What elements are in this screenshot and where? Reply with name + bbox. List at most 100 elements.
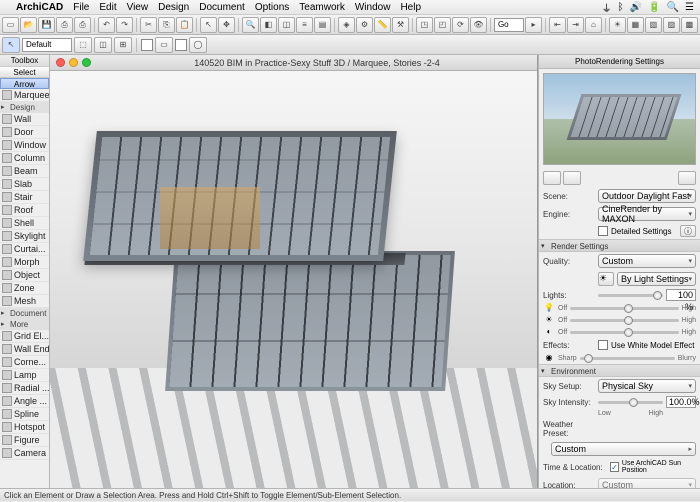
tb-print[interactable]: ⎙ xyxy=(56,17,73,33)
tb-persp[interactable]: ◰ xyxy=(434,17,451,33)
tb-save[interactable]: 💾 xyxy=(38,17,55,33)
window-minimize[interactable] xyxy=(69,58,78,67)
tb-nav2[interactable]: ⇥ xyxy=(567,17,584,33)
group-document[interactable]: Document xyxy=(0,308,49,319)
notification-icon[interactable]: ☰ xyxy=(685,2,694,13)
tb-measure[interactable]: 📏 xyxy=(374,17,391,33)
group-design[interactable]: Design xyxy=(0,102,49,113)
tool-radial[interactable]: Radial ... xyxy=(0,382,49,395)
tool-grid[interactable]: Grid El... xyxy=(0,330,49,343)
tool-object[interactable]: Object xyxy=(0,269,49,282)
preview-zoom-icon[interactable] xyxy=(543,171,561,185)
lamp-slider[interactable] xyxy=(570,307,678,310)
tb-pal1[interactable]: ▦ xyxy=(627,17,644,33)
ib-sel2[interactable]: ◯ xyxy=(189,37,207,53)
viewport-canvas[interactable] xyxy=(50,71,537,488)
menu-edit[interactable]: Edit xyxy=(99,2,116,13)
dof-slider[interactable] xyxy=(580,357,675,360)
sky-setup-select[interactable]: Physical Sky▾ xyxy=(598,379,696,393)
tb-pal2[interactable]: ▧ xyxy=(645,17,662,33)
ib-check1[interactable] xyxy=(141,39,153,51)
toolbox-select[interactable]: Select xyxy=(0,67,49,78)
tool-camera[interactable]: Camera xyxy=(0,447,49,460)
tb-mvo[interactable]: ⚙ xyxy=(356,17,373,33)
preview-refresh-icon[interactable] xyxy=(563,171,581,185)
tb-render[interactable]: ☀ xyxy=(609,17,626,33)
tb-open[interactable]: 📂 xyxy=(20,17,37,33)
menu-teamwork[interactable]: Teamwork xyxy=(299,2,345,13)
tb-3d[interactable]: ◫ xyxy=(278,17,295,33)
menu-window[interactable]: Window xyxy=(355,2,391,13)
ambient-slider[interactable] xyxy=(570,331,678,334)
window-close[interactable] xyxy=(56,58,65,67)
use-sun-checkbox[interactable]: ✓ xyxy=(610,462,619,472)
window-zoom[interactable] xyxy=(82,58,91,67)
tool-door[interactable]: Door xyxy=(0,126,49,139)
ib-arrow[interactable]: ↖ xyxy=(2,37,20,53)
tb-show3d[interactable]: ◳ xyxy=(416,17,433,33)
tool-arrow[interactable]: Arrow xyxy=(0,78,49,89)
ib-check2[interactable] xyxy=(175,39,187,51)
menu-options[interactable]: Options xyxy=(255,2,289,13)
tb-redo[interactable]: ↷ xyxy=(116,17,133,33)
preview-render-icon[interactable] xyxy=(678,171,696,185)
ib-mode3[interactable]: ⊞ xyxy=(114,37,132,53)
info-icon[interactable]: ⓘ xyxy=(680,225,696,237)
menu-document[interactable]: Document xyxy=(199,2,245,13)
menu-file[interactable]: File xyxy=(73,2,89,13)
tb-layer[interactable]: ◈ xyxy=(338,17,355,33)
wifi-icon[interactable]: ⏚ xyxy=(602,0,612,15)
group-more[interactable]: More xyxy=(0,319,49,330)
sky-intensity-value[interactable]: 100.0% xyxy=(666,396,696,408)
ib-default[interactable]: Default xyxy=(22,38,72,52)
lights-slider[interactable] xyxy=(598,294,663,297)
ib-mode1[interactable]: ⬚ xyxy=(74,37,92,53)
tool-zone[interactable]: Zone xyxy=(0,282,49,295)
tool-stair[interactable]: Stair xyxy=(0,191,49,204)
weather-select[interactable]: Custom▸ xyxy=(551,442,696,456)
tb-explore[interactable]: 👁 xyxy=(470,17,487,33)
tb-pal3[interactable]: ▨ xyxy=(663,17,680,33)
app-menu[interactable]: ArchiCAD xyxy=(16,2,63,13)
tb-plot[interactable]: ⎙ xyxy=(74,17,91,33)
tb-zoom[interactable]: 🔍 xyxy=(242,17,259,33)
engine-select[interactable]: CineRender by MAXON▾ xyxy=(598,207,696,221)
tool-angle[interactable]: Angle ... xyxy=(0,395,49,408)
tb-floor[interactable]: ≡ xyxy=(296,17,313,33)
tool-wallend[interactable]: Wall End xyxy=(0,343,49,356)
tool-morph[interactable]: Morph xyxy=(0,256,49,269)
tb-orbit[interactable]: ⟳ xyxy=(452,17,469,33)
tool-shell[interactable]: Shell xyxy=(0,217,49,230)
lightset-icon[interactable]: ☀ xyxy=(598,272,614,286)
tool-hotspot[interactable]: Hotspot xyxy=(0,421,49,434)
white-model-checkbox[interactable] xyxy=(598,340,608,350)
tb-paste[interactable]: 📋 xyxy=(176,17,193,33)
tool-corner[interactable]: Corne... xyxy=(0,356,49,369)
tool-curtain[interactable]: Curtai... xyxy=(0,243,49,256)
ib-mode2[interactable]: ◫ xyxy=(94,37,112,53)
detailed-checkbox[interactable] xyxy=(598,226,608,236)
tool-column[interactable]: Column xyxy=(0,152,49,165)
tb-settings[interactable]: ⚒ xyxy=(392,17,409,33)
spotlight-icon[interactable]: 🔍 xyxy=(667,2,679,13)
tool-spline[interactable]: Spline xyxy=(0,408,49,421)
scene-select[interactable]: Outdoor Daylight Fast▾ xyxy=(598,189,696,203)
menu-help[interactable]: Help xyxy=(400,2,421,13)
tool-figure[interactable]: Figure xyxy=(0,434,49,447)
tb-go-btn[interactable]: ▸ xyxy=(525,17,542,33)
menu-view[interactable]: View xyxy=(127,2,149,13)
location-select[interactable]: Custom▾ xyxy=(598,478,696,488)
tb-elev[interactable]: ▤ xyxy=(314,17,331,33)
tool-beam[interactable]: Beam xyxy=(0,165,49,178)
tb-go-field[interactable]: Go xyxy=(494,18,524,32)
tb-pick[interactable]: ✥ xyxy=(218,17,235,33)
tool-window[interactable]: Window xyxy=(0,139,49,152)
tool-lamp[interactable]: Lamp xyxy=(0,369,49,382)
sky-intensity-slider[interactable] xyxy=(598,401,663,404)
tb-undo[interactable]: ↶ xyxy=(98,17,115,33)
tool-mesh[interactable]: Mesh xyxy=(0,295,49,308)
battery-icon[interactable]: 🔋 xyxy=(648,2,660,13)
section-environment[interactable]: Environment xyxy=(539,364,700,377)
ib-sel1[interactable]: ▭ xyxy=(155,37,173,53)
tb-new[interactable]: ▭ xyxy=(2,17,19,33)
